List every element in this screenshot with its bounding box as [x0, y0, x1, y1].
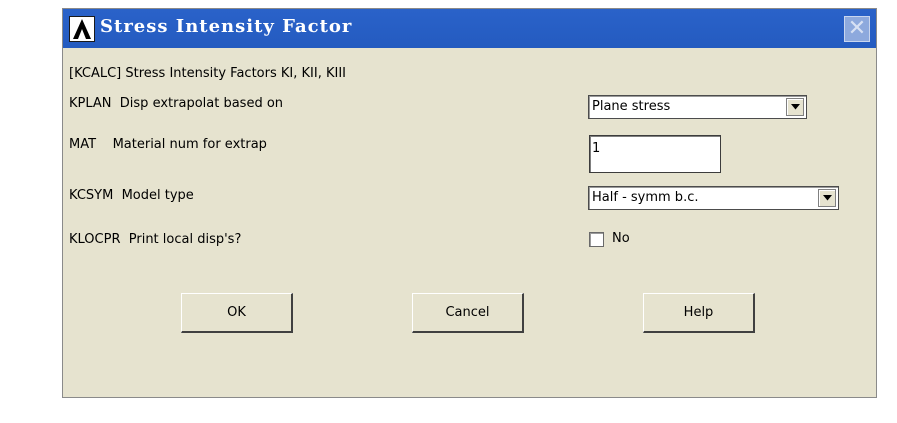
close-icon[interactable]: ✕ [844, 16, 870, 42]
kplan-dropdown[interactable]: Plane stress [588, 95, 807, 119]
mat-input[interactable]: 1 [589, 135, 721, 173]
kplan-label: KPLAN Disp extrapolat based on [69, 96, 284, 111]
klocpr-checkbox-label: No [612, 231, 630, 246]
stress-intensity-factor-dialog: Stress Intensity Factor ✕ [KCALC] Stress… [62, 8, 877, 398]
command-header: [KCALC] Stress Intensity Factors KI, KII… [69, 66, 346, 81]
dropdown-arrow-icon[interactable] [786, 98, 804, 116]
kcsym-selected-value: Half - symm b.c. [592, 190, 699, 205]
cancel-button[interactable]: Cancel [412, 293, 524, 333]
dropdown-arrow-icon[interactable] [818, 189, 836, 207]
mat-label: MAT Material num for extrap [69, 137, 267, 152]
ansys-logo-icon [69, 16, 95, 42]
title-bar[interactable]: Stress Intensity Factor ✕ [63, 9, 876, 48]
window-title: Stress Intensity Factor [100, 16, 353, 37]
ok-button[interactable]: OK [181, 293, 293, 333]
klocpr-checkbox[interactable] [589, 232, 604, 247]
kcsym-dropdown[interactable]: Half - symm b.c. [588, 186, 839, 210]
kcsym-label: KCSYM Model type [69, 188, 194, 203]
klocpr-label: KLOCPR Print local disp's? [69, 232, 242, 247]
kplan-selected-value: Plane stress [592, 99, 671, 114]
help-button[interactable]: Help [643, 293, 755, 333]
